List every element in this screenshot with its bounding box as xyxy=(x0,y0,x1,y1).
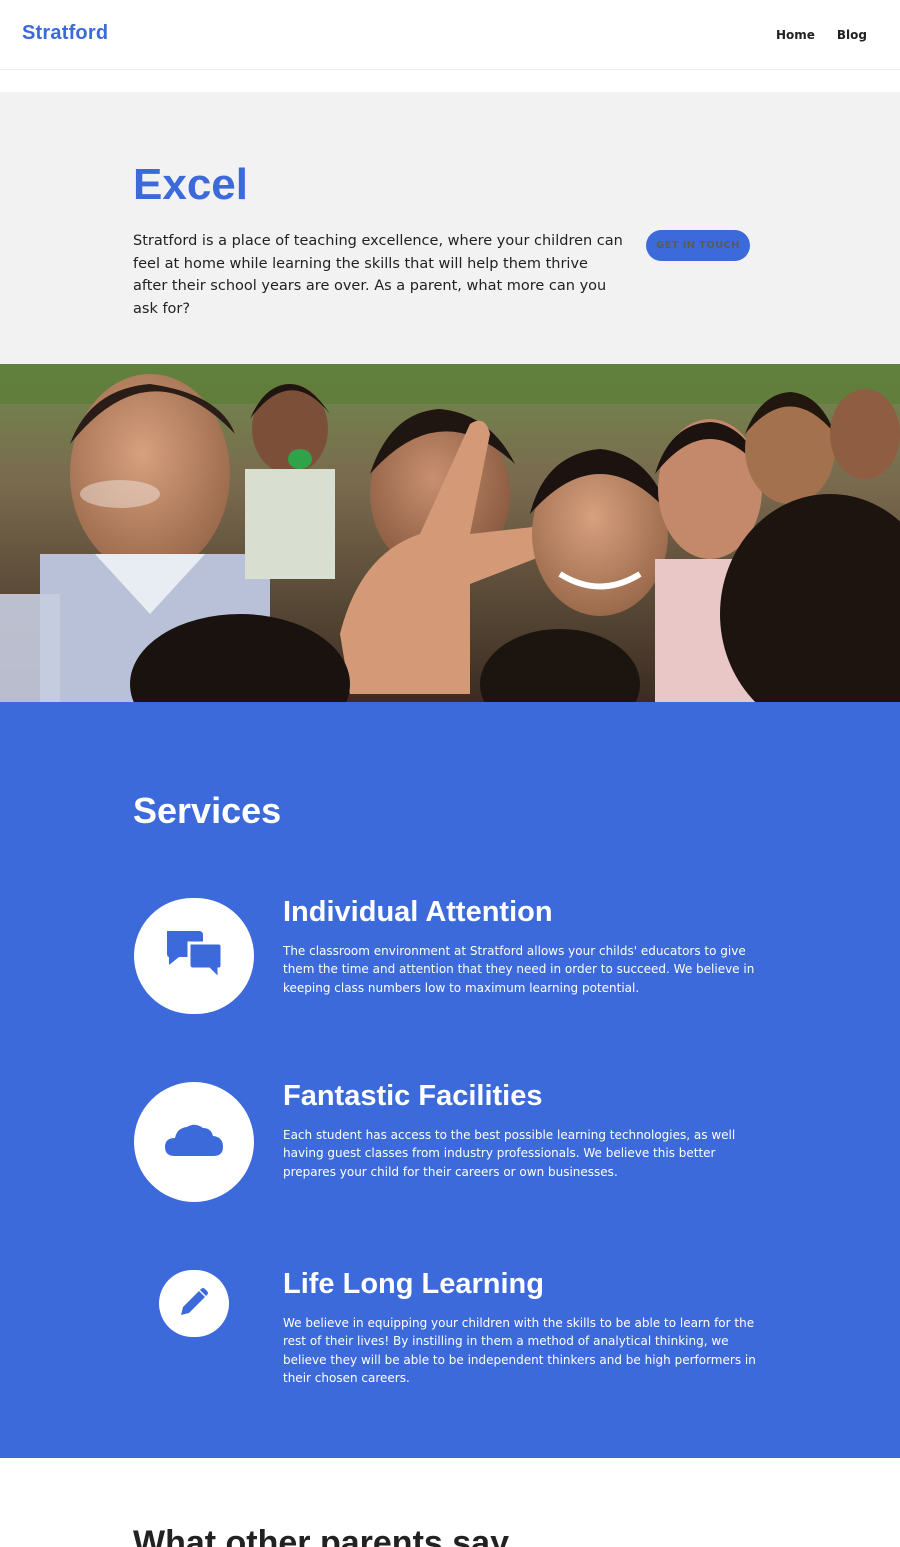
hero-section: Excel Stratford is a place of teaching e… xyxy=(0,92,900,364)
nav-home-link[interactable]: Home xyxy=(776,28,815,42)
site-logo[interactable]: Stratford xyxy=(22,22,108,45)
service-title: Individual Attention xyxy=(283,896,553,928)
service-title: Life Long Learning xyxy=(283,1268,544,1300)
testimonials-section: What other parents say xyxy=(0,1458,900,1547)
pencil-icon xyxy=(179,1287,209,1321)
service-icon-circle xyxy=(134,898,254,1014)
service-icon-circle xyxy=(159,1270,229,1337)
services-title: Services xyxy=(133,790,282,831)
cloud-icon xyxy=(165,1122,223,1162)
service-icon-circle xyxy=(134,1082,254,1202)
chat-bubbles-icon xyxy=(165,929,224,983)
nav-blog-link[interactable]: Blog xyxy=(837,28,867,42)
service-description: Each student has access to the best poss… xyxy=(283,1128,736,1179)
service-description: The classroom environment at Stratford a… xyxy=(283,944,755,995)
hero-title: Excel xyxy=(133,160,248,209)
site-header: Stratford Home Blog xyxy=(0,0,900,70)
main-nav: Home Blog xyxy=(776,28,867,42)
hero-photo xyxy=(0,364,900,702)
services-section: Services Individual Attention The classr… xyxy=(0,702,900,1458)
hero-text: Stratford is a place of teaching excelle… xyxy=(133,233,623,317)
get-in-touch-button[interactable]: GET IN TOUCH xyxy=(646,230,750,261)
service-title: Fantastic Facilities xyxy=(283,1080,543,1112)
testimonials-title: What other parents say xyxy=(133,1524,509,1547)
service-description: We believe in equipping your children wi… xyxy=(283,1316,756,1385)
